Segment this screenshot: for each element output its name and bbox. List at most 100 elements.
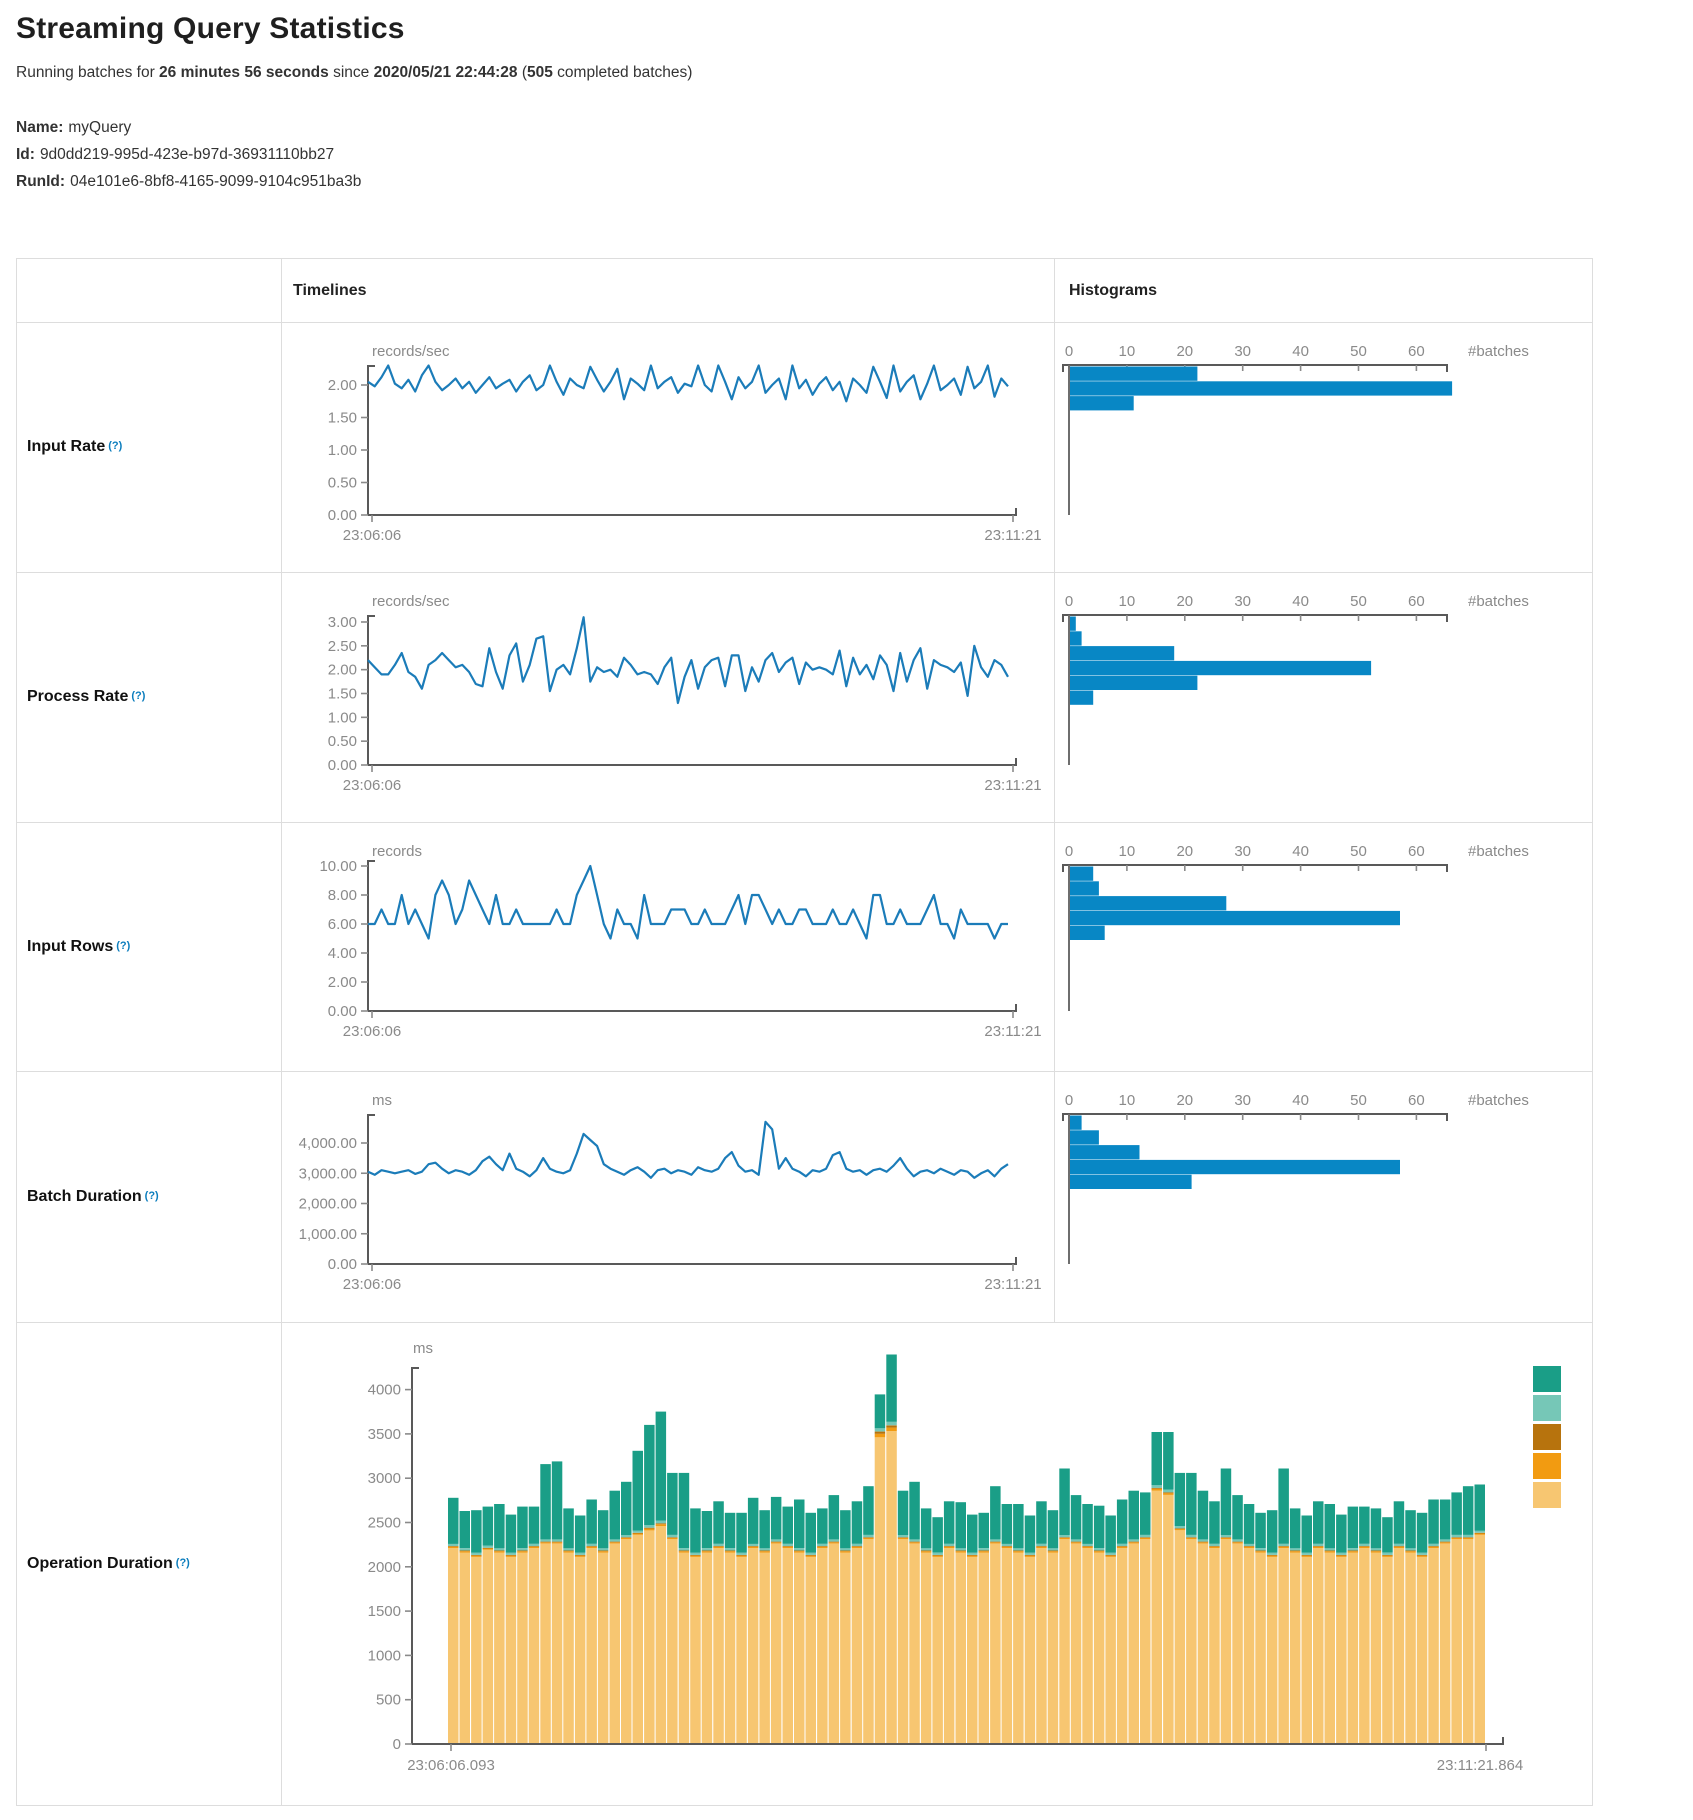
stacked-bar-segment (1382, 1555, 1393, 1556)
stacked-bar-segment (1359, 1544, 1370, 1546)
stacked-bar-segment (852, 1547, 863, 1548)
stacked-bar-segment (1025, 1557, 1036, 1743)
stacked-bar-segment (575, 1556, 586, 1557)
stacked-bar-segment (1048, 1551, 1059, 1552)
stacked-bar-segment (898, 1538, 909, 1539)
stacked-bar-segment (932, 1555, 943, 1556)
stacked-bar-segment (1048, 1551, 1059, 1552)
stacked-bar-segment (1105, 1557, 1116, 1743)
running-duration: 26 minutes 56 seconds (159, 64, 329, 81)
stacked-bar-segment (886, 1431, 897, 1743)
stacked-bar-segment (1002, 1547, 1013, 1548)
x-tick-label: 50 (1350, 1092, 1367, 1109)
legend-swatch-orange (1533, 1453, 1561, 1479)
timeline-y-axis (368, 366, 375, 515)
stacked-bar-segment (448, 1544, 459, 1546)
row-label-input-rate: Input Rate(?) (16, 322, 280, 572)
histogram-bar (1070, 867, 1093, 881)
stacked-bar-segment (921, 1553, 932, 1744)
stacked-bar-segment (656, 1526, 667, 1743)
stacked-bar-segment (736, 1555, 747, 1556)
stacked-bar-segment (1255, 1553, 1266, 1744)
stacked-bar-segment (1244, 1547, 1255, 1548)
x-tick-label: 40 (1292, 593, 1309, 610)
stacked-bar-segment (1290, 1551, 1301, 1552)
help-hint-icon[interactable]: (?) (145, 1190, 159, 1202)
stacked-bar-segment (1325, 1551, 1336, 1552)
stacked-bar-segment (598, 1551, 609, 1552)
stacked-bar-segment (909, 1542, 920, 1543)
stacked-bar-segment (1371, 1551, 1382, 1552)
histogram-bar (1070, 1160, 1400, 1174)
stacked-bar-segment (863, 1539, 874, 1743)
stacked-bar-segment (886, 1425, 897, 1427)
stacked-bar-segment (736, 1553, 747, 1555)
stacked-bar-segment (563, 1551, 574, 1552)
x-tick-label: 10 (1119, 593, 1136, 610)
stacked-bar-segment (1105, 1516, 1116, 1553)
stacked-bar-segment (1117, 1544, 1128, 1546)
stacked-bar-segment (748, 1547, 759, 1548)
stacked-bar-segment (1209, 1544, 1220, 1546)
stacked-bar-segment (448, 1548, 459, 1743)
stacked-bar-segment (1025, 1516, 1036, 1553)
timeline-x-axis (368, 508, 1016, 515)
y-tick-label: 2.00 (328, 377, 357, 394)
stacked-bar-segment (1059, 1535, 1070, 1537)
stacked-bar-segment (967, 1555, 978, 1556)
y-tick-label: 4,000.00 (299, 1135, 357, 1152)
stacked-bar-segment (690, 1508, 701, 1552)
stacked-bar-segment (1278, 1546, 1289, 1547)
timeline-y-axis (368, 616, 375, 765)
operation-duration-legend (1533, 1366, 1561, 1508)
y-tick-label: 8.00 (328, 887, 357, 904)
stacked-bar-segment (1394, 1547, 1405, 1548)
stacked-bar-segment (725, 1553, 736, 1744)
stacked-bar-segment (633, 1534, 644, 1535)
stacked-bar-segment (621, 1539, 632, 1743)
stacked-bar-segment (1094, 1553, 1105, 1744)
stacked-bar-segment (1475, 1531, 1486, 1533)
stacked-bar-segment (621, 1537, 632, 1538)
help-hint-icon[interactable]: (?) (131, 690, 145, 702)
stacked-bar-segment (875, 1432, 886, 1434)
stacked-bar-segment (829, 1542, 840, 1543)
help-hint-icon[interactable]: (?) (108, 440, 122, 452)
stacked-bar-segment (1232, 1539, 1243, 1541)
stacked-bar-segment (1198, 1539, 1209, 1541)
stacked-bar-segment (771, 1539, 782, 1541)
stacked-bar-segment (875, 1437, 886, 1743)
histogram-x-axis (1063, 365, 1447, 372)
query-runid-line: RunId:04e101e6-8bf8-4165-9099-9104c951ba… (16, 173, 361, 191)
stacked-bar-segment (898, 1537, 909, 1538)
y-tick-label: 3,000.00 (299, 1165, 357, 1182)
stacked-bar-segment (783, 1548, 794, 1743)
help-hint-icon[interactable]: (?) (116, 940, 130, 952)
stacked-bar-segment (1428, 1544, 1439, 1546)
table-border-top (16, 258, 1592, 259)
x-tick-label: 40 (1292, 843, 1309, 860)
stacked-bar-segment (1129, 1539, 1140, 1541)
timeline-x-axis (368, 1257, 1016, 1264)
stacked-bar-segment (483, 1550, 494, 1743)
stacked-bar-segment (1013, 1548, 1024, 1550)
x-end-label: 23:11:21 (984, 1276, 1041, 1293)
stacked-bar-segment (667, 1537, 678, 1538)
stacked-bar-segment (1129, 1544, 1140, 1743)
stacked-bar-segment (979, 1513, 990, 1548)
help-hint-icon[interactable]: (?) (176, 1557, 190, 1569)
stacked-bar-segment (1117, 1500, 1128, 1544)
x-end-label: 23:11:21 (984, 527, 1041, 544)
stacked-bar-segment (540, 1542, 551, 1543)
histogram-bar (1070, 691, 1093, 705)
y-tick-label: 6.00 (328, 916, 357, 933)
stacked-bar-segment (713, 1547, 724, 1548)
x-tick-label: 60 (1408, 343, 1425, 360)
histogram-unit-label: #batches (1468, 843, 1529, 860)
input-rows-histogram: 0102030405060#batches (1063, 843, 1529, 1011)
stacked-bar-segment (1451, 1492, 1462, 1535)
stacked-bar-segment (909, 1542, 920, 1543)
stacked-bar-segment (1348, 1553, 1359, 1744)
stacked-bar-segment (1278, 1469, 1289, 1544)
y-tick-label: 2,000.00 (299, 1196, 357, 1213)
